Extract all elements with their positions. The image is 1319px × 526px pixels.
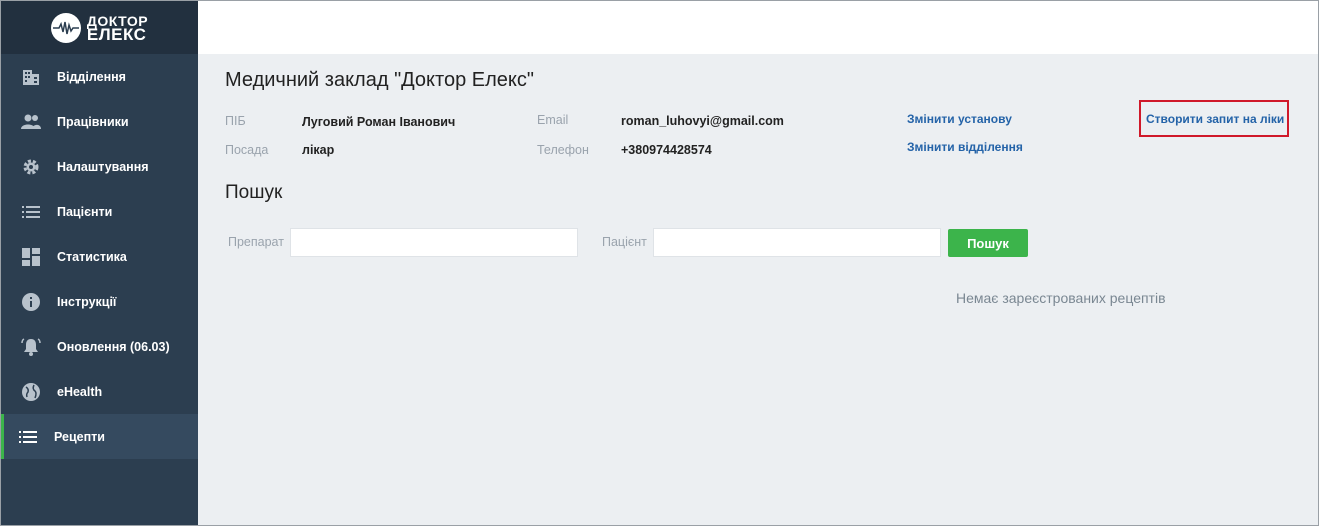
sidebar-item-label: Інструкції <box>57 294 117 309</box>
phone-value: +380974428574 <box>621 143 712 157</box>
logo-area: ДОКТОР ЕЛЕКС <box>1 1 198 54</box>
position-label: Посада <box>225 143 269 157</box>
page-title: Медичний заклад "Доктор Елекс" <box>225 69 534 91</box>
sidebar-item-employees[interactable]: Працівники <box>1 99 198 144</box>
list-icon <box>18 427 38 447</box>
name-value: Луговий Роман Іванович <box>302 115 456 129</box>
sidebar-item-label: eHealth <box>57 384 103 399</box>
globe-icon <box>21 382 41 402</box>
logo[interactable]: ДОКТОР ЕЛЕКС <box>50 12 148 44</box>
sidebar-item-label: Працівники <box>57 114 129 129</box>
sidebar-item-label: Рецепти <box>54 429 105 444</box>
sidebar-item-settings[interactable]: Налаштування <box>1 144 198 189</box>
change-department-link[interactable]: Змінити відділення <box>907 140 1023 154</box>
drug-search-input[interactable] <box>290 228 578 257</box>
sidebar-menu: Відділення Працівники Налаштування Паціє… <box>1 54 198 459</box>
empty-state-message: Немає зареєстрованих рецептів <box>956 290 1166 306</box>
list-icon <box>21 202 41 222</box>
create-drug-request-link[interactable]: Створити запит на ліки <box>1146 112 1284 126</box>
top-bar <box>198 1 1318 54</box>
sidebar-item-prescriptions[interactable]: Рецепти <box>1 414 198 459</box>
email-label: Email <box>537 113 569 127</box>
change-facility-link[interactable]: Змінити установу <box>907 112 1012 126</box>
patient-label: Пацієнт <box>602 235 647 249</box>
sidebar-item-label: Відділення <box>57 69 126 84</box>
search-title: Пошук <box>225 182 283 203</box>
patient-search-input[interactable] <box>653 228 941 257</box>
name-label: ПІБ <box>225 114 246 128</box>
sidebar-item-instructions[interactable]: Інструкції <box>1 279 198 324</box>
phone-label: Телефон <box>537 143 589 157</box>
sidebar-item-label: Пацієнти <box>57 204 113 219</box>
sidebar: ДОКТОР ЕЛЕКС Відділення Працівники Налаш… <box>1 1 198 525</box>
sidebar-item-statistics[interactable]: Статистика <box>1 234 198 279</box>
gear-icon <box>21 157 41 177</box>
email-value: roman_luhovyi@gmail.com <box>621 114 784 128</box>
sidebar-item-updates[interactable]: Оновлення (06.03) <box>1 324 198 369</box>
logo-text: ДОКТОР ЕЛЕКС <box>86 14 148 44</box>
building-icon <box>21 67 41 87</box>
sidebar-item-label: Оновлення (06.03) <box>57 339 170 354</box>
drug-label: Препарат <box>228 235 284 249</box>
position-value: лікар <box>302 143 335 157</box>
dashboard-icon <box>21 247 41 267</box>
sidebar-item-departments[interactable]: Відділення <box>1 54 198 99</box>
people-icon <box>21 112 41 132</box>
search-button[interactable]: Пошук <box>948 229 1028 257</box>
logo-mark-icon <box>50 12 81 43</box>
sidebar-item-label: Статистика <box>57 249 127 264</box>
sidebar-item-label: Налаштування <box>57 159 149 174</box>
bell-icon <box>21 337 41 357</box>
sidebar-item-ehealth[interactable]: eHealth <box>1 369 198 414</box>
info-icon <box>21 292 41 312</box>
main-content: Медичний заклад "Доктор Елекс" ПІБ Лугов… <box>198 54 1318 525</box>
logo-line-2: ЕЛЕКС <box>86 24 147 44</box>
sidebar-item-patients[interactable]: Пацієнти <box>1 189 198 234</box>
